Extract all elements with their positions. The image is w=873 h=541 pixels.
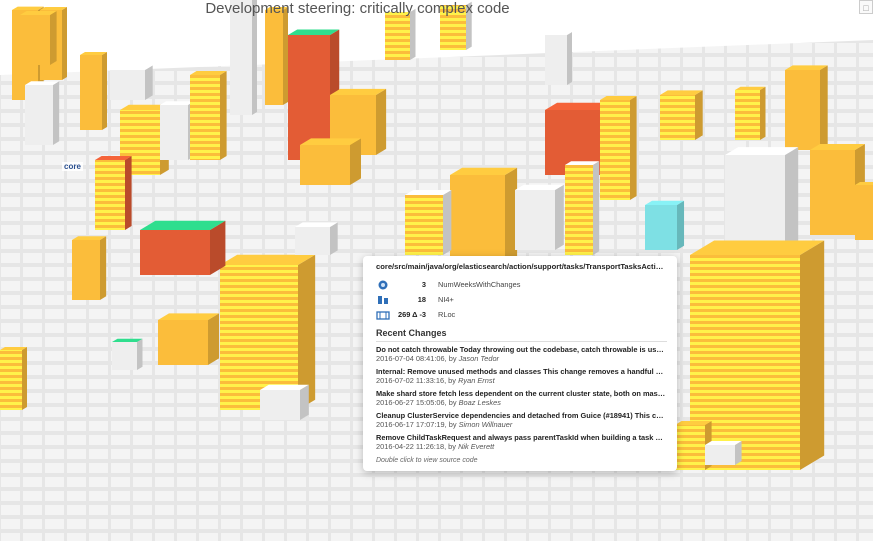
commit-date: 2016-07-04 08:41:06, by <box>376 354 457 363</box>
commit-meta: 2016-04-22 11:26:18, by Nik Everett <box>376 442 667 451</box>
commit-date: 2016-04-22 11:26:18, by <box>376 442 456 451</box>
building[interactable] <box>545 32 572 85</box>
building[interactable] <box>515 184 564 250</box>
commit-item[interactable]: Make shard store fetch less dependent on… <box>376 389 667 407</box>
metric-row: 18 NI4+ <box>376 292 667 307</box>
commit-author: Boaz Leskes <box>458 398 501 407</box>
commit-author: Jason Tedor <box>458 354 500 363</box>
building[interactable] <box>80 52 107 130</box>
commit-message: Internal: Remove unused methods and clas… <box>376 367 667 376</box>
commit-meta: 2016-07-02 11:33:16, by Ryan Ernst <box>376 376 667 385</box>
commit-date: 2016-07-02 11:33:16, by <box>376 376 456 385</box>
page-title: Development steering: critically complex… <box>205 0 510 17</box>
building[interactable] <box>265 7 288 105</box>
district-label-core[interactable]: core <box>62 162 83 171</box>
commit-author: Simon Willnauer <box>458 420 513 429</box>
building[interactable] <box>735 86 766 140</box>
building[interactable] <box>405 189 452 255</box>
building[interactable] <box>450 167 518 270</box>
commit-message: Remove ChildTaskRequest and always pass … <box>376 433 667 442</box>
lock-icon[interactable]: □ <box>859 0 873 14</box>
metric-label: RLoc <box>438 310 456 319</box>
commit-item[interactable]: Do not catch throwable Today throwing ou… <box>376 345 667 363</box>
metric-value: 269 Δ -3 <box>398 310 427 319</box>
building[interactable] <box>110 65 153 100</box>
building[interactable] <box>260 384 309 420</box>
metric-row: 269 Δ -3 RLoc <box>376 307 667 322</box>
building[interactable] <box>190 71 227 160</box>
building[interactable] <box>0 347 27 410</box>
commit-meta: 2016-07-04 08:41:06, by Jason Tedor <box>376 354 667 363</box>
file-tooltip: core/src/main/java/org/elasticsearch/act… <box>363 256 677 471</box>
building[interactable] <box>645 200 685 250</box>
building[interactable] <box>725 147 799 255</box>
building[interactable] <box>20 11 57 65</box>
building[interactable] <box>300 138 361 185</box>
commit-message: Cleanup ClusterService dependencies and … <box>376 411 667 420</box>
building[interactable] <box>72 236 107 300</box>
building[interactable] <box>785 65 828 150</box>
building-icon <box>376 311 390 320</box>
building[interactable] <box>565 161 600 255</box>
building[interactable] <box>230 0 257 115</box>
commit-date: 2016-06-17 17:07:19, by <box>376 420 457 429</box>
metric-label: NI4+ <box>438 295 454 304</box>
building[interactable] <box>705 441 742 465</box>
commit-item[interactable]: Remove ChildTaskRequest and always pass … <box>376 433 667 451</box>
commit-author: Ryan Ernst <box>458 376 495 385</box>
commit-meta: 2016-06-27 15:05:06, by Boaz Leskes <box>376 398 667 407</box>
bug-icon <box>378 296 388 304</box>
commit-message: Do not catch throwable Today throwing ou… <box>376 345 667 354</box>
building[interactable] <box>660 90 703 140</box>
building[interactable] <box>25 81 60 145</box>
building[interactable] <box>295 222 338 255</box>
commit-item[interactable]: Cleanup ClusterService dependencies and … <box>376 411 667 429</box>
metric-row: 3 NumWeeksWithChanges <box>376 277 667 292</box>
building[interactable] <box>112 338 143 370</box>
commit-meta: 2016-06-17 17:07:19, by Simon Willnauer <box>376 420 667 429</box>
metric-value: 18 <box>417 295 426 304</box>
building[interactable] <box>855 182 873 240</box>
fire-icon <box>378 280 388 290</box>
building[interactable] <box>95 156 132 230</box>
tooltip-hint: Double click to view source code <box>376 457 478 464</box>
building[interactable] <box>160 101 195 160</box>
metric-label: NumWeeksWithChanges <box>438 280 521 289</box>
commit-message: Make shard store fetch less dependent on… <box>376 389 667 398</box>
building[interactable] <box>140 220 226 275</box>
recent-changes-heading: Recent Changes <box>376 328 667 342</box>
metric-value: 3 <box>421 280 426 289</box>
commit-date: 2016-06-27 15:05:06, by <box>376 398 457 407</box>
commit-item[interactable]: Internal: Remove unused methods and clas… <box>376 367 667 385</box>
building[interactable] <box>158 313 219 365</box>
commit-author: Nik Everett <box>458 442 495 451</box>
building[interactable] <box>600 96 637 200</box>
file-path: core/src/main/java/org/elasticsearch/act… <box>376 262 667 271</box>
